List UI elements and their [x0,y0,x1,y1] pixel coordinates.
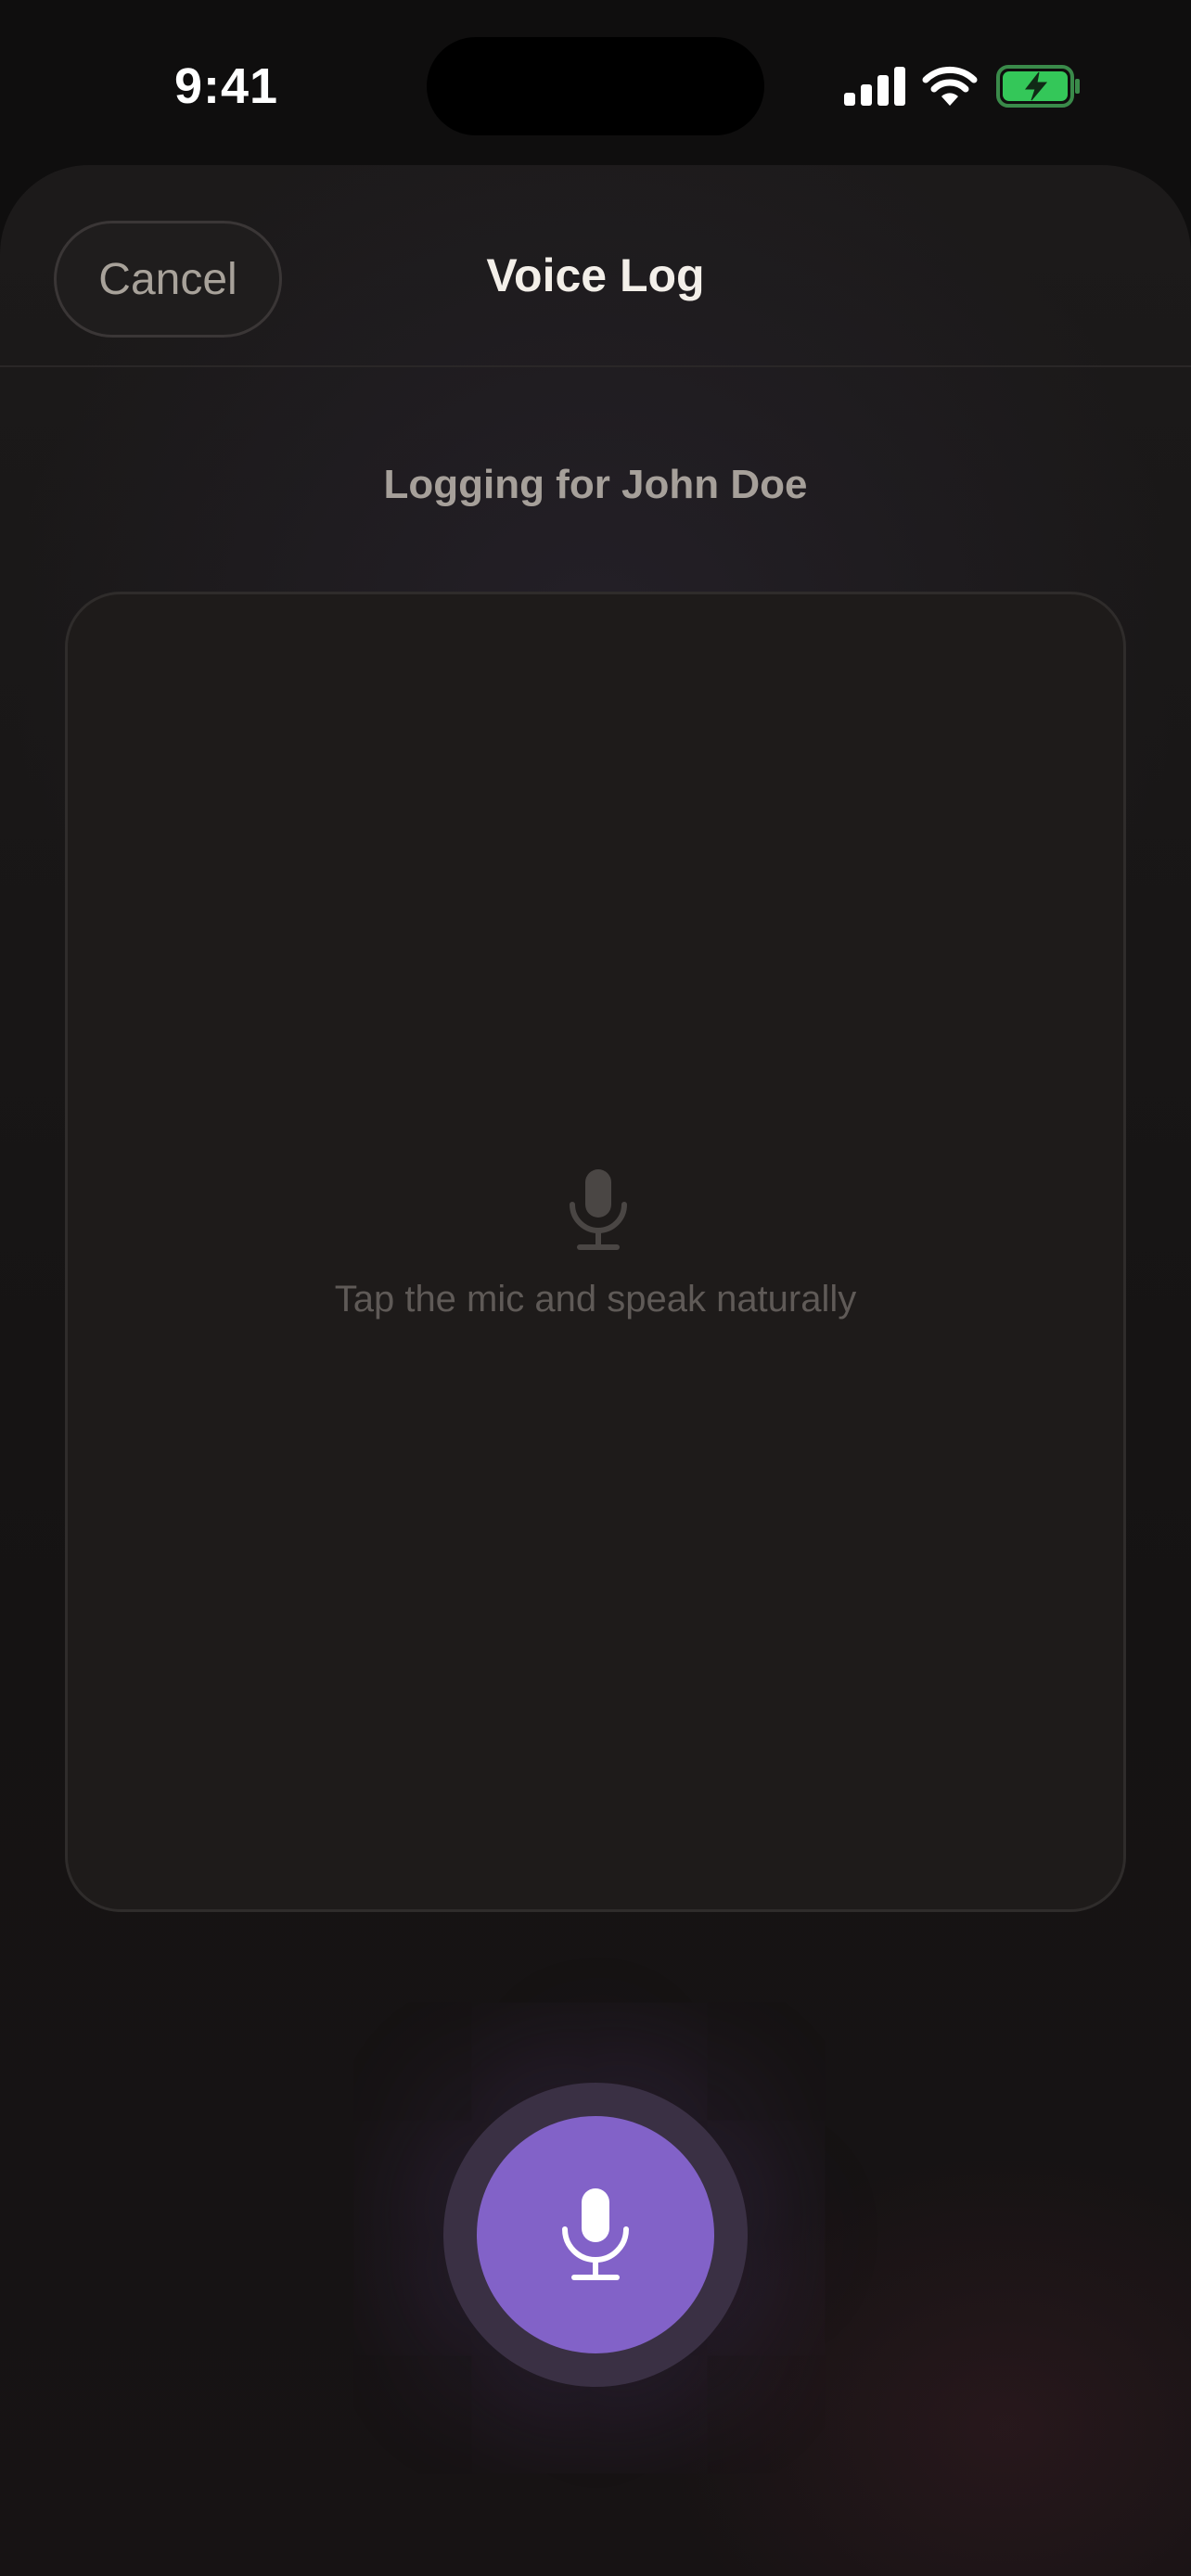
sheet-header: Cancel Voice Log [0,165,1191,367]
dynamic-island [427,37,764,135]
battery-charging-icon [996,65,1080,108]
status-time: 9:41 [174,58,279,114]
status-bar: 9:41 [0,0,1191,167]
logging-for-label: Logging for John Doe [383,462,808,507]
cancel-button[interactable]: Cancel [54,221,282,338]
transcript-card: Tap the mic and speak naturally [65,592,1126,1912]
microphone-icon [570,1169,627,1250]
microphone-icon [562,2188,629,2280]
page-title: Voice Log [486,249,705,301]
cellular-signal-icon [844,67,905,106]
wifi-icon [922,66,978,106]
record-button[interactable] [477,2116,714,2353]
transcript-hint: Tap the mic and speak naturally [334,1279,857,1320]
voice-log-sheet: Cancel Voice Log Logging for John Doe Ta… [0,165,1191,2576]
